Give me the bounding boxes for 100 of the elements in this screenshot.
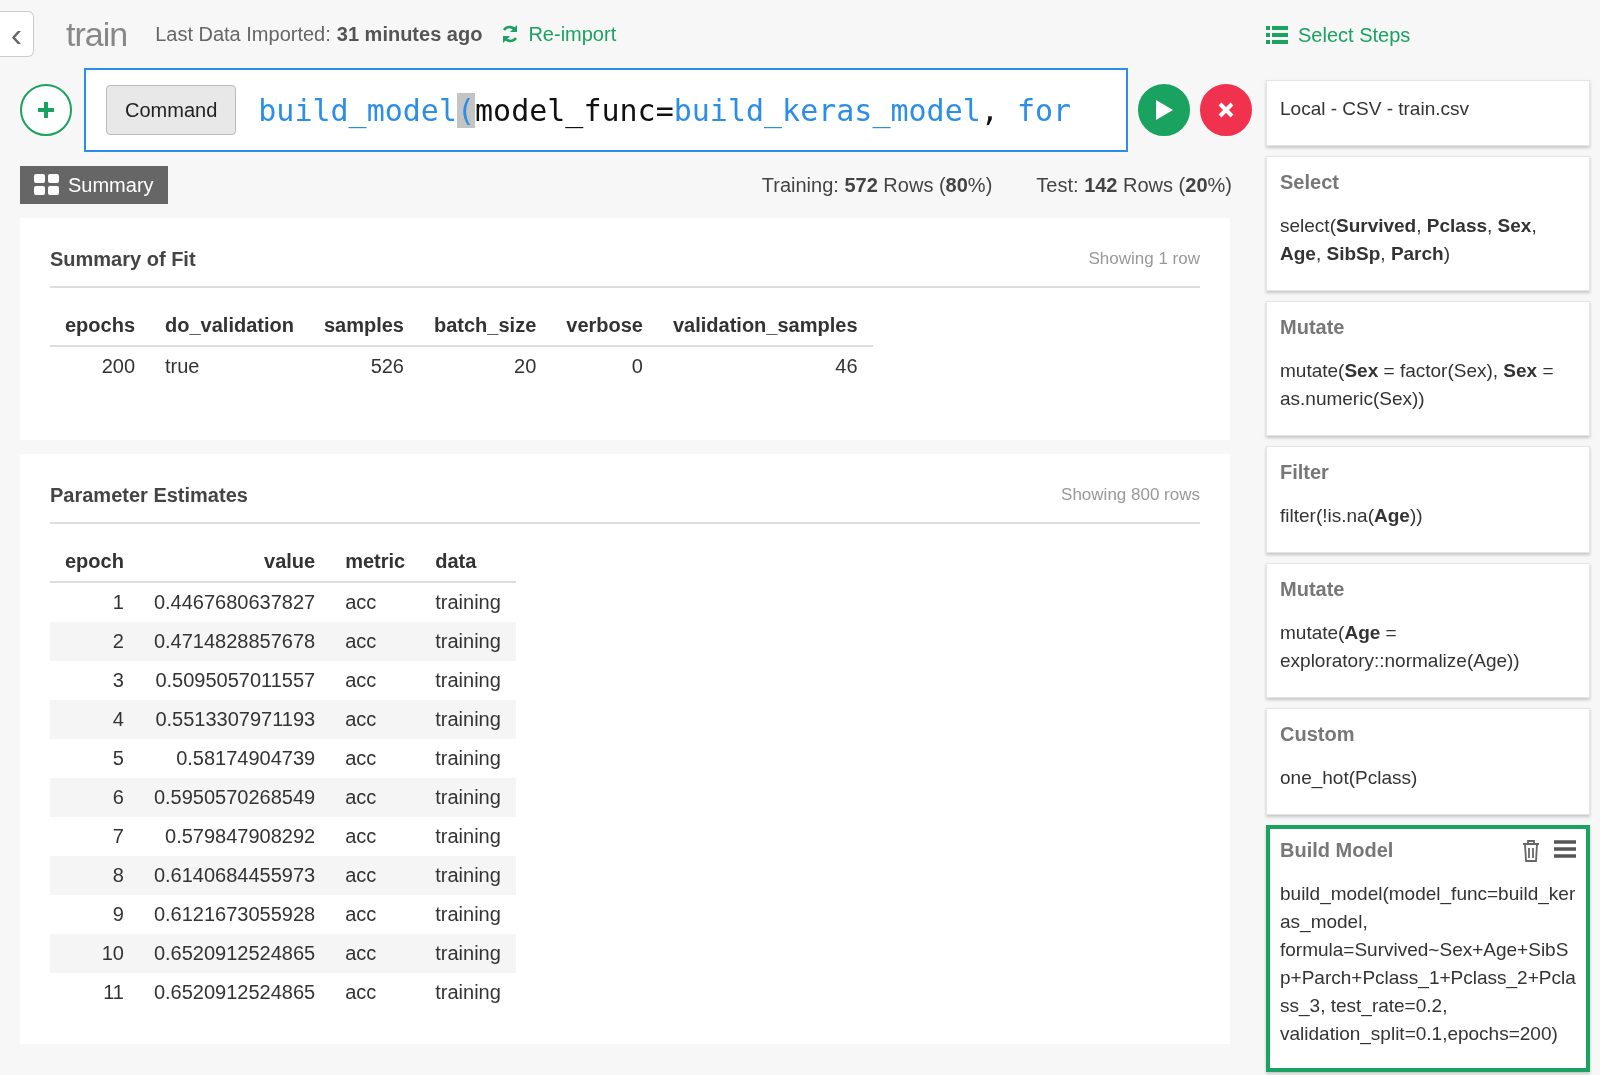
table-cell: acc [330,895,421,934]
table-cell: acc [330,739,421,778]
table-cell: 20 [419,346,552,386]
table-cell: 6 [50,778,139,817]
step-title: Filter [1280,461,1329,484]
step-title: Mutate [1280,578,1345,601]
table-cell: training [420,700,516,739]
table-cell: 0.6520912524865 [138,934,331,973]
trash-icon[interactable] [1522,839,1540,862]
column-header: batch_size [419,306,552,346]
table-cell: 200 [50,346,151,386]
table-cell: 0 [551,346,658,386]
table-cell: 0.6140684455973 [138,856,331,895]
table-cell: 5 [50,739,139,778]
table-cell: training [420,778,516,817]
step-code: one_hot(Pclass) [1280,766,1419,791]
table-cell: 0.6121673055928 [138,895,331,934]
step-card[interactable]: Build Model build_model(model_func=build_keras_model, formula=Survived~Sex+Age+SibSp+Parch+Pclass_1+Pclass_2+Pclass_3, test_rate=0.2, validation_split=0.1,epochs=200) [1266,825,1590,1072]
table-cell: true [150,346,309,386]
table-cell: acc [330,973,421,1012]
table-cell: 3 [50,661,139,700]
plus-icon [37,101,55,119]
column-header: do_validation [150,306,309,346]
step-code: Local - CSV - train.csv [1280,97,1470,121]
import-label: Last Data Imported: [155,22,331,46]
column-header: epoch [50,542,139,582]
back-button[interactable]: ‹ [0,11,34,57]
column-header: samples [308,306,419,346]
table-cell: 4 [50,700,139,739]
table-cell: 9 [50,895,139,934]
table-cell: 7 [50,817,139,856]
column-header: value [138,542,331,582]
table-cell: training [420,856,516,895]
step-card[interactable]: Custom one_hot(Pclass) [1266,708,1590,815]
table-cell: acc [330,700,421,739]
table-cell: training [420,934,516,973]
play-icon [1154,99,1174,121]
step-title: Custom [1280,723,1355,746]
table-cell: 0.58174904739 [138,739,331,778]
step-code: mutate(Age = exploratory::normalize(Age)) [1280,621,1521,673]
table-cell: 0.6520912524865 [138,973,331,1012]
column-header: epochs [50,306,151,346]
import-time: 31 minutes ago [336,22,483,46]
table-cell: acc [330,778,421,817]
menu-icon[interactable] [1554,839,1576,858]
panel-title: Summary of Fit [50,247,196,271]
table-cell: 0.4467680637827 [138,582,331,622]
step-code: select(Survived, Pclass, Sex, Age, SibSp, Parch) [1280,214,1538,266]
table-cell: 10 [50,934,139,973]
panel-title: Parameter Estimates [50,483,248,507]
table-cell: training [420,661,516,700]
summary-view-button[interactable]: Summary [20,166,168,204]
step-code: filter(!is.na(Age)) [1280,504,1424,528]
table-cell: training [420,895,516,934]
table-cell: acc [330,661,421,700]
column-header: metric [330,542,421,582]
add-step-button[interactable] [20,84,72,136]
step-card[interactable]: Select select(Survived, Pclass, Sex, Age, SibSp, Parch) [1266,156,1590,291]
step-card[interactable]: Filter filter(!is.na(Age)) [1266,446,1590,553]
step-code: build_model(model_func=build_keras_model, formula=Survived~Sex+Age+SibSp+Parch+Pclass_1+Pclass_2+Pclass_3, test_rate=0.2, validation_split=0.1,epochs=200) [1280,882,1576,1047]
step-title: Build Model [1280,839,1394,862]
row-count: Showing 1 row [1088,249,1200,269]
table-cell: 0.4714828857678 [138,622,331,661]
table-cell: training [420,582,516,622]
table-cell: acc [330,817,421,856]
table-cell: acc [330,856,421,895]
table-cell: training [420,817,516,856]
table-cell: training [420,739,516,778]
list-icon [1266,26,1288,44]
close-icon [1218,102,1234,118]
table-cell: acc [330,934,421,973]
table-cell: 2 [50,622,139,661]
step-code: mutate(Sex = factor(Sex), Sex = as.numeric(Sex)) [1280,359,1555,411]
test-split: Test: 142 Rows (20%) [1036,173,1232,197]
table-cell: acc [330,582,421,622]
table-cell: training [420,973,516,1012]
table-cell: 0.579847908292 [138,817,331,856]
run-button[interactable] [1138,84,1190,136]
step-card[interactable]: Mutate mutate(Age = exploratory::normalize(Age)) [1266,563,1590,698]
command-type-button[interactable]: Command [106,85,237,135]
training-split: Training: 572 Rows (80%) [761,173,993,197]
step-card[interactable]: Local - CSV - train.csv [1266,80,1590,146]
table-cell: 0.5513307971193 [138,700,331,739]
table-cell: 8 [50,856,139,895]
table-cell: 1 [50,582,139,622]
table-cell: training [420,622,516,661]
step-title: Mutate [1280,316,1345,339]
column-header: validation_samples [658,306,873,346]
step-card[interactable]: Mutate mutate(Sex = factor(Sex), Sex = as.numeric(Sex)) [1266,301,1590,436]
table-cell: 0.5095057011557 [138,661,331,700]
table-cell: 46 [658,346,873,386]
row-count: Showing 800 rows [1061,485,1200,505]
page-title: train [66,14,128,54]
column-header: verbose [551,306,658,346]
table-cell: 0.5950570268549 [138,778,331,817]
cancel-button[interactable] [1200,84,1252,136]
command-input[interactable]: Command build_model(model_func=build_keras_model, for [84,68,1128,152]
grid-icon [34,174,60,196]
table-cell: 526 [308,346,419,386]
step-title: Select [1280,171,1339,194]
